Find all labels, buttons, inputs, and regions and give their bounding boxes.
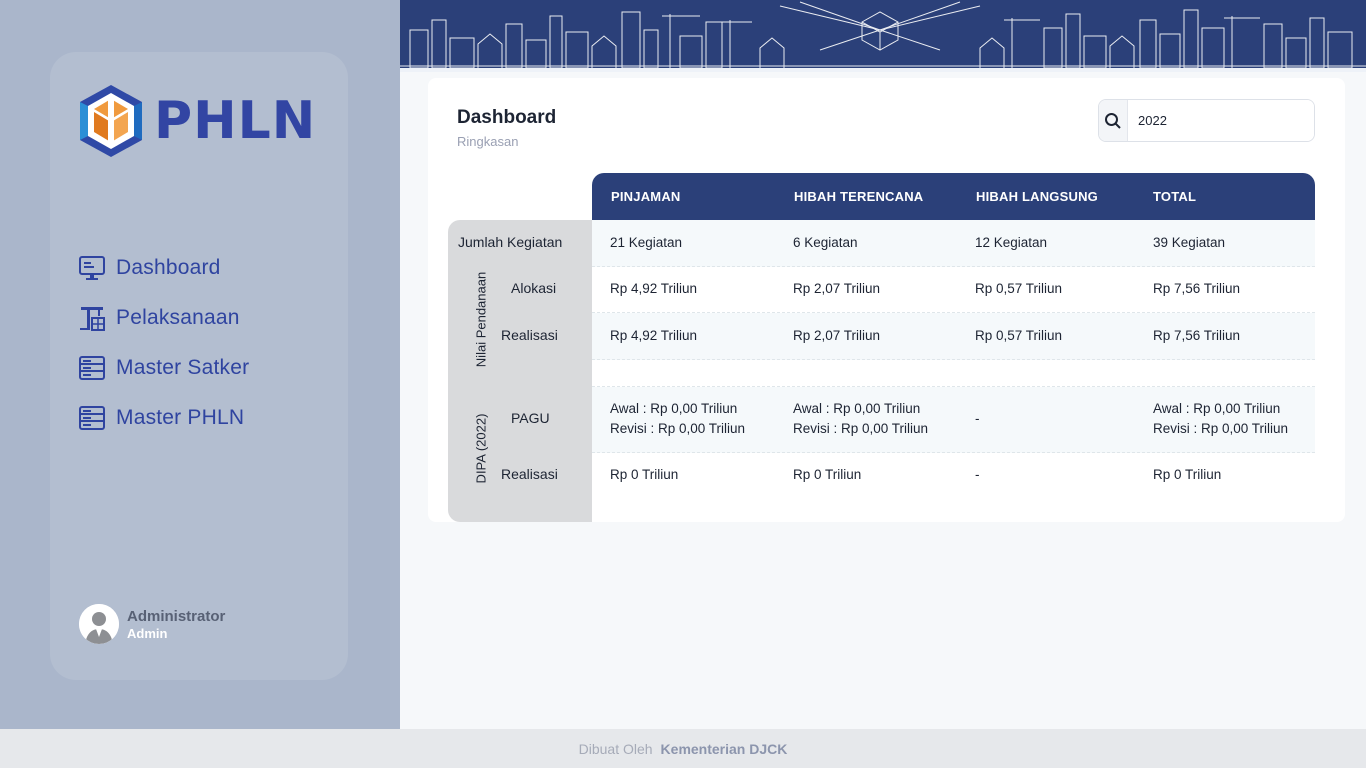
avatar: [79, 604, 119, 644]
year-input[interactable]: [1128, 100, 1314, 141]
table-cell: 6 Kegiatan: [793, 235, 858, 250]
sidebar-item-master-satker[interactable]: Master Satker: [78, 343, 249, 393]
table-cell: Rp 2,07 Triliun: [793, 281, 881, 296]
sidebar-item-master-phln[interactable]: Master PHLN: [78, 393, 249, 443]
city-skyline-illustration: [400, 1, 1366, 69]
table-cell: Rp 0 Triliun: [1153, 467, 1222, 482]
table-cell: Rp 0 Triliun: [793, 467, 862, 482]
row-label-jumlah-kegiatan: Jumlah Kegiatan: [458, 234, 563, 250]
table-cell: Awal : Rp 0,00 Triliun: [610, 401, 738, 416]
table-cell: Awal : Rp 0,00 Triliun: [793, 401, 921, 416]
crane-icon: [78, 304, 106, 332]
column-header-pinjaman: PINJAMAN: [611, 189, 681, 204]
table-cell: -: [975, 467, 980, 482]
user-role: Admin: [127, 625, 168, 641]
table-cell: Rp 7,56 Triliun: [1153, 281, 1241, 296]
table-cell: 21 Kegiatan: [610, 235, 683, 250]
table-header: PINJAMAN HIBAH TERENCANA HIBAH LANGSUNG …: [592, 173, 1315, 220]
column-header-total: TOTAL: [1153, 189, 1197, 204]
table-cell: Revisi : Rp 0,00 Triliun: [1153, 421, 1289, 436]
page-title: Dashboard: [457, 107, 557, 128]
row-label-realisasi: Realisasi: [501, 327, 558, 343]
brand-logo[interactable]: PHLN: [78, 83, 316, 159]
table-cell: Revisi : Rp 0,00 Triliun: [610, 421, 746, 436]
table-row-dipa-realisasi: Rp 0 Triliun Rp 0 Triliun - Rp 0 Triliun: [592, 453, 1315, 499]
table-cell: Rp 0,57 Triliun: [975, 281, 1063, 296]
dashboard-card: Dashboard Ringkasan PINJAMAN HIBAH TEREN…: [428, 78, 1345, 522]
group-label-nilai-pendanaan: Nilai Pendanaan: [473, 271, 489, 368]
monitor-icon: [78, 254, 106, 282]
column-header-hibah-terencana: HIBAH TERENCANA: [794, 189, 924, 204]
brand-name: PHLN: [154, 91, 317, 151]
user-name: Administrator: [127, 607, 226, 625]
table-cell: 12 Kegiatan: [975, 235, 1048, 250]
table-cell: Rp 0,57 Triliun: [975, 328, 1063, 343]
table-row-pagu: Awal : Rp 0,00 Triliun Revisi : Rp 0,00 …: [592, 387, 1315, 453]
table-cell: Rp 4,92 Triliun: [610, 328, 698, 343]
table-row-spacer: [592, 360, 1315, 387]
table-row-realisasi: Rp 4,92 Triliun Rp 2,07 Triliun Rp 0,57 …: [592, 313, 1315, 360]
server-icon: [78, 404, 106, 432]
search-button[interactable]: [1099, 100, 1128, 141]
column-header-hibah-langsung: HIBAH LANGSUNG: [976, 189, 1098, 204]
table-cell: 39 Kegiatan: [1153, 235, 1226, 250]
table-row-alokasi: Rp 4,92 Triliun Rp 2,07 Triliun Rp 0,57 …: [592, 267, 1315, 313]
table-cell: Awal : Rp 0,00 Triliun: [1153, 401, 1281, 416]
table-cell: -: [975, 411, 980, 426]
table-cell: Rp 7,56 Triliun: [1153, 328, 1241, 343]
footer: Dibuat Oleh Kementerian DJCK: [0, 729, 1366, 768]
row-label-dipa-realisasi: Realisasi: [501, 466, 558, 482]
row-label-column: Jumlah Kegiatan Nilai Pendanaan Alokasi …: [448, 220, 592, 522]
sidebar: PHLN Dashboard Pelaksanaan Master Satker…: [0, 0, 400, 729]
sidebar-item-label: Pelaksanaan: [116, 306, 240, 329]
sidebar-nav: Dashboard Pelaksanaan Master Satker Mast…: [78, 243, 249, 443]
sidebar-item-label: Dashboard: [116, 256, 221, 279]
row-label-pagu: PAGU: [511, 410, 550, 426]
header-banner: [400, 0, 1366, 72]
cube-logo-icon: [80, 85, 142, 157]
group-label-dipa: DIPA (2022): [473, 413, 489, 484]
table-cell: Revisi : Rp 0,00 Triliun: [793, 421, 929, 436]
sidebar-item-label: Master PHLN: [116, 406, 245, 429]
footer-prefix: Dibuat Oleh: [578, 740, 653, 757]
sidebar-item-dashboard[interactable]: Dashboard: [78, 243, 249, 293]
table-cell: Rp 4,92 Triliun: [610, 281, 698, 296]
footer-org-link[interactable]: Kementerian DJCK: [661, 741, 788, 757]
server-icon: [78, 354, 106, 382]
user-profile[interactable]: Administrator Admin: [79, 604, 225, 644]
sidebar-item-label: Master Satker: [116, 356, 250, 379]
page-subtitle: Ringkasan: [457, 134, 519, 149]
table-cell: Rp 2,07 Triliun: [793, 328, 881, 343]
sidebar-item-pelaksanaan[interactable]: Pelaksanaan: [78, 293, 249, 343]
table-row-jumlah-kegiatan: 21 Kegiatan 6 Kegiatan 12 Kegiatan 39 Ke…: [592, 220, 1315, 267]
search-icon: [1105, 112, 1121, 129]
table-cell: Rp 0 Triliun: [610, 467, 679, 482]
year-search: [1098, 99, 1315, 142]
banner-underline: [400, 68, 1366, 72]
row-label-alokasi: Alokasi: [511, 280, 557, 296]
